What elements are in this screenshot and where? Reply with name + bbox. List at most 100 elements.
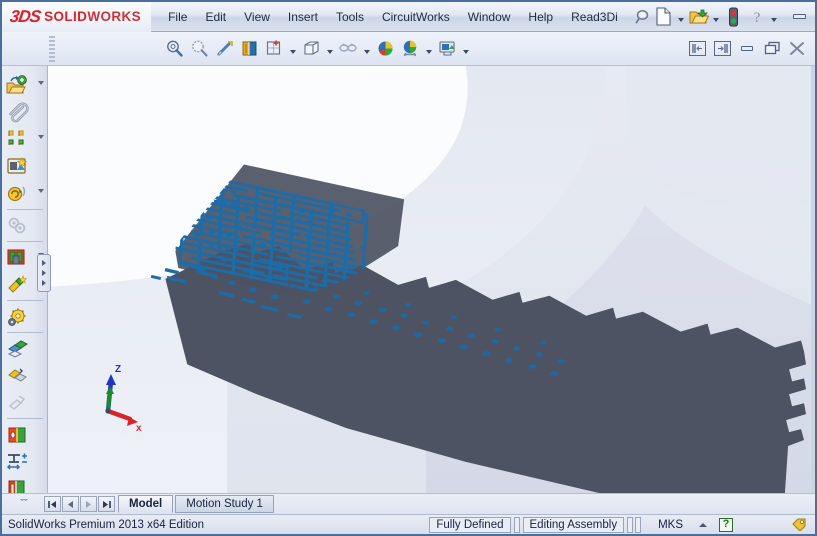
- svg-text:?: ?: [753, 10, 760, 26]
- sidebar-item-hole-series[interactable]: [2, 421, 47, 448]
- insert-components-icon[interactable]: [5, 74, 31, 98]
- apply-scene-icon[interactable]: [398, 36, 422, 62]
- linear-component-pattern-icon[interactable]: [5, 128, 31, 152]
- sidebar-item-linear-component-pattern[interactable]: [2, 126, 47, 153]
- sidebar-item-clearance-verification[interactable]: [2, 389, 47, 416]
- linear-pattern-dropdown-icon[interactable]: [37, 135, 44, 139]
- sidebar-collapse-chevron[interactable]: ˇˇ: [4, 499, 44, 510]
- sidebar-separator-4: [6, 332, 43, 333]
- rebuild-traffic-light-icon[interactable]: [723, 5, 745, 29]
- sidebar-separator-3: [6, 300, 43, 301]
- feature-tree-expand-handle[interactable]: [37, 254, 51, 292]
- view-settings-dropdown-icon[interactable]: [460, 37, 471, 61]
- tab-motion-study-1[interactable]: Motion Study 1: [175, 495, 274, 513]
- zoom-to-area-icon[interactable]: [187, 36, 211, 62]
- bill-of-materials-icon[interactable]: [5, 305, 31, 329]
- display-style-icon[interactable]: [299, 36, 323, 62]
- sidebar-item-smart-fasteners[interactable]: [2, 153, 47, 180]
- view-toolbar-buttons: [162, 36, 471, 62]
- view-toolbar-grip[interactable]: [49, 35, 55, 62]
- menu-help[interactable]: Help: [519, 6, 562, 28]
- triad-origin: [105, 408, 111, 414]
- new-document-icon[interactable]: [653, 5, 675, 29]
- hide-show-dropdown-icon[interactable]: [361, 37, 372, 61]
- menu-read3di[interactable]: Read3Di: [562, 6, 627, 28]
- svg-text:Z: Z: [115, 364, 121, 375]
- menu-edit[interactable]: Edit: [196, 6, 235, 28]
- sidebar-item-section-properties[interactable]: [2, 475, 47, 493]
- minimize-window-button[interactable]: [788, 6, 811, 28]
- edit-appearance-icon[interactable]: [373, 36, 397, 62]
- display-style-dropdown-icon[interactable]: [324, 37, 335, 61]
- sidebar-item-assembly-features[interactable]: [2, 212, 47, 239]
- menu-view[interactable]: View: [235, 6, 279, 28]
- viewport-single-right-icon[interactable]: [713, 41, 731, 56]
- mate-paperclip-icon[interactable]: [5, 101, 31, 125]
- first-tab-button[interactable]: [44, 496, 61, 512]
- tab-model[interactable]: Model: [118, 495, 174, 513]
- status-slot-3: [635, 516, 642, 533]
- zoom-to-fit-icon[interactable]: [162, 36, 186, 62]
- measure-icon[interactable]: [5, 450, 31, 474]
- sidebar-item-move-component[interactable]: [2, 180, 47, 207]
- tag-icon[interactable]: [791, 516, 808, 534]
- sidebar-item-mate[interactable]: [2, 99, 47, 126]
- new-document-dropdown-icon[interactable]: [676, 5, 687, 29]
- last-tab-button[interactable]: [98, 496, 115, 512]
- status-slot-1: [513, 516, 520, 533]
- menu-circuitworks[interactable]: CircuitWorks: [373, 6, 459, 28]
- insert-components-dropdown-icon[interactable]: [37, 81, 44, 85]
- open-document-icon[interactable]: [688, 5, 710, 29]
- view-orientation-icon[interactable]: [262, 36, 286, 62]
- sidebar-item-measure[interactable]: [2, 448, 47, 475]
- menu-file[interactable]: File: [159, 6, 196, 28]
- reference-geometry-icon[interactable]: [5, 246, 31, 270]
- pcb-assembly-model[interactable]: [48, 66, 811, 493]
- svg-text:x: x: [136, 423, 142, 431]
- help-dropdown-icon[interactable]: [769, 5, 780, 29]
- sidebar-item-insert-components[interactable]: [2, 72, 47, 99]
- minimize-document-button[interactable]: [736, 38, 759, 60]
- edit-mode-field: Editing Assembly: [522, 516, 625, 533]
- sidebar-item-interference-detection[interactable]: [2, 362, 47, 389]
- new-motion-study-icon[interactable]: [5, 273, 31, 297]
- previous-view-icon[interactable]: [212, 36, 236, 62]
- restore-document-button[interactable]: [761, 38, 784, 60]
- title-bar-tools: ?: [653, 2, 815, 32]
- next-tab-button[interactable]: [80, 496, 97, 512]
- units-dropdown-icon[interactable]: [699, 522, 707, 527]
- open-document-dropdown-icon[interactable]: [711, 5, 722, 29]
- restore-window-button[interactable]: [812, 6, 815, 28]
- help-question-icon[interactable]: ?: [746, 5, 768, 29]
- previous-tab-button[interactable]: [62, 496, 79, 512]
- section-properties-icon[interactable]: [5, 477, 31, 493]
- sidebar-item-bill-of-materials[interactable]: [2, 303, 47, 330]
- menu-window[interactable]: Window: [459, 6, 520, 28]
- units-label[interactable]: MKS: [642, 519, 693, 531]
- section-view-icon[interactable]: [237, 36, 261, 62]
- assembly-features-icon[interactable]: [5, 214, 31, 238]
- exploded-view-icon[interactable]: [5, 337, 31, 361]
- chevron-right-icon-1: [42, 260, 46, 266]
- graphics-viewport[interactable]: Z x: [48, 66, 811, 493]
- coordinate-triad: Z x: [105, 364, 142, 431]
- menu-tools[interactable]: Tools: [327, 6, 373, 28]
- menu-insert[interactable]: Insert: [279, 6, 327, 28]
- move-component-dropdown-icon[interactable]: [37, 189, 44, 193]
- status-help-icon[interactable]: ?: [719, 517, 733, 532]
- close-document-button[interactable]: [786, 38, 809, 60]
- sidebar-separator-5: [6, 418, 43, 419]
- sidebar-item-exploded-view[interactable]: [2, 335, 47, 362]
- solidworks-wordmark: SOLIDWORKS: [44, 9, 142, 24]
- clearance-verification-icon[interactable]: [5, 391, 31, 415]
- search-icon[interactable]: [633, 7, 653, 27]
- view-orientation-dropdown-icon[interactable]: [287, 37, 298, 61]
- apply-scene-dropdown-icon[interactable]: [423, 37, 434, 61]
- smart-fasteners-icon[interactable]: [5, 155, 31, 179]
- interference-detection-icon[interactable]: [5, 364, 31, 388]
- viewport-single-left-icon[interactable]: [688, 41, 706, 56]
- hide-show-items-icon[interactable]: [336, 36, 360, 62]
- move-component-icon[interactable]: [5, 182, 31, 206]
- view-settings-icon[interactable]: [435, 36, 459, 62]
- hole-series-icon[interactable]: [5, 423, 31, 447]
